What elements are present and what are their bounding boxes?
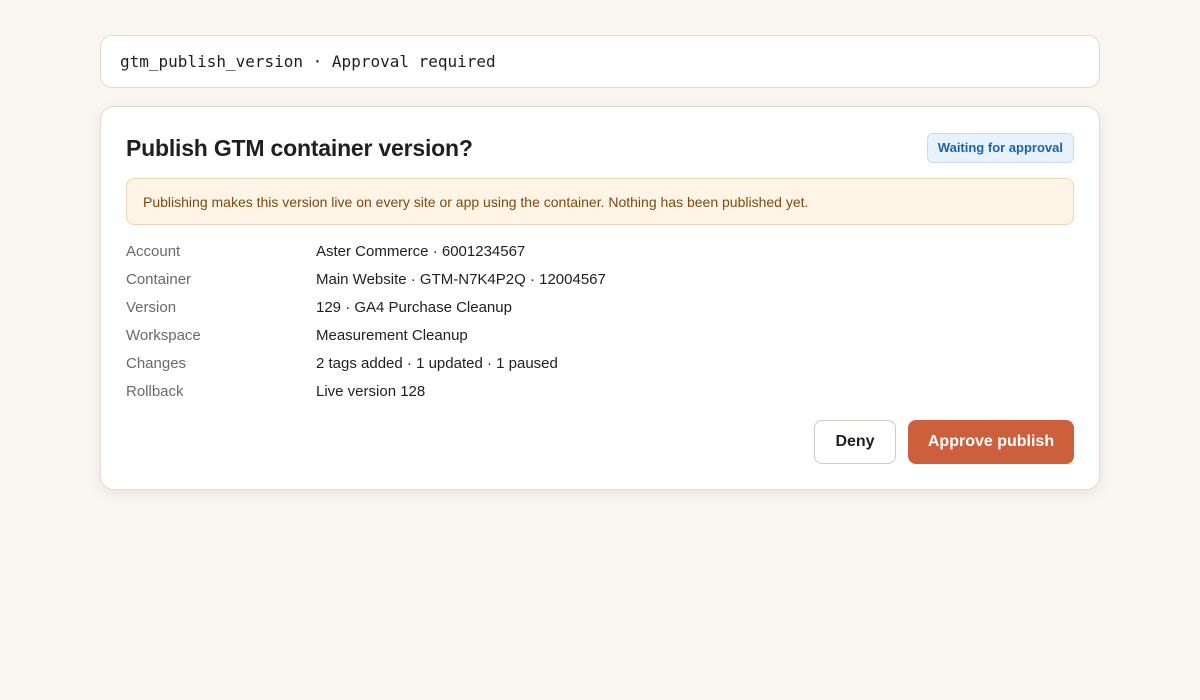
detail-row-rollback: Rollback Live version 128 bbox=[126, 377, 1074, 405]
tool-call-label: gtm_publish_version · Approval required bbox=[120, 52, 496, 71]
detail-label: Workspace bbox=[126, 326, 201, 344]
detail-row-container: Container Main Website · GTM-N7K4P2Q · 1… bbox=[126, 265, 1074, 293]
detail-row-workspace: Workspace Measurement Cleanup bbox=[126, 321, 1074, 349]
detail-row-account: Account Aster Commerce · 6001234567 bbox=[126, 237, 1074, 265]
status-badge: Waiting for approval bbox=[926, 133, 1074, 163]
detail-value: 2 tags added · 1 updated · 1 paused bbox=[316, 354, 558, 372]
detail-label: Container bbox=[126, 270, 192, 288]
detail-label: Account bbox=[126, 242, 181, 260]
dialog-header: Publish GTM container version? Waiting f… bbox=[126, 133, 1074, 163]
approve-publish-button[interactable]: Approve publish bbox=[908, 420, 1074, 464]
dialog-title: Publish GTM container version? bbox=[126, 134, 473, 161]
approval-dialog: Publish GTM container version? Waiting f… bbox=[100, 106, 1100, 490]
detail-value: 129 · GA4 Purchase Cleanup bbox=[316, 298, 512, 316]
deny-button[interactable]: Deny bbox=[814, 420, 896, 464]
details-list: Account Aster Commerce · 6001234567 Cont… bbox=[126, 237, 1074, 405]
detail-value: Aster Commerce · 6001234567 bbox=[316, 242, 526, 260]
detail-label: Version bbox=[126, 298, 177, 316]
warning-notice: Publishing makes this version live on ev… bbox=[126, 178, 1074, 225]
detail-value: Main Website · GTM-N7K4P2Q · 12004567 bbox=[316, 270, 606, 288]
detail-row-changes: Changes 2 tags added · 1 updated · 1 pau… bbox=[126, 349, 1074, 377]
dialog-actions: Deny Approve publish bbox=[814, 420, 1074, 464]
detail-value: Measurement Cleanup bbox=[316, 326, 468, 344]
detail-row-version: Version 129 · GA4 Purchase Cleanup bbox=[126, 293, 1074, 321]
tool-call-header: gtm_publish_version · Approval required bbox=[100, 35, 1100, 88]
detail-label: Rollback bbox=[126, 382, 184, 400]
detail-label: Changes bbox=[126, 354, 187, 372]
detail-value: Live version 128 bbox=[316, 382, 426, 400]
